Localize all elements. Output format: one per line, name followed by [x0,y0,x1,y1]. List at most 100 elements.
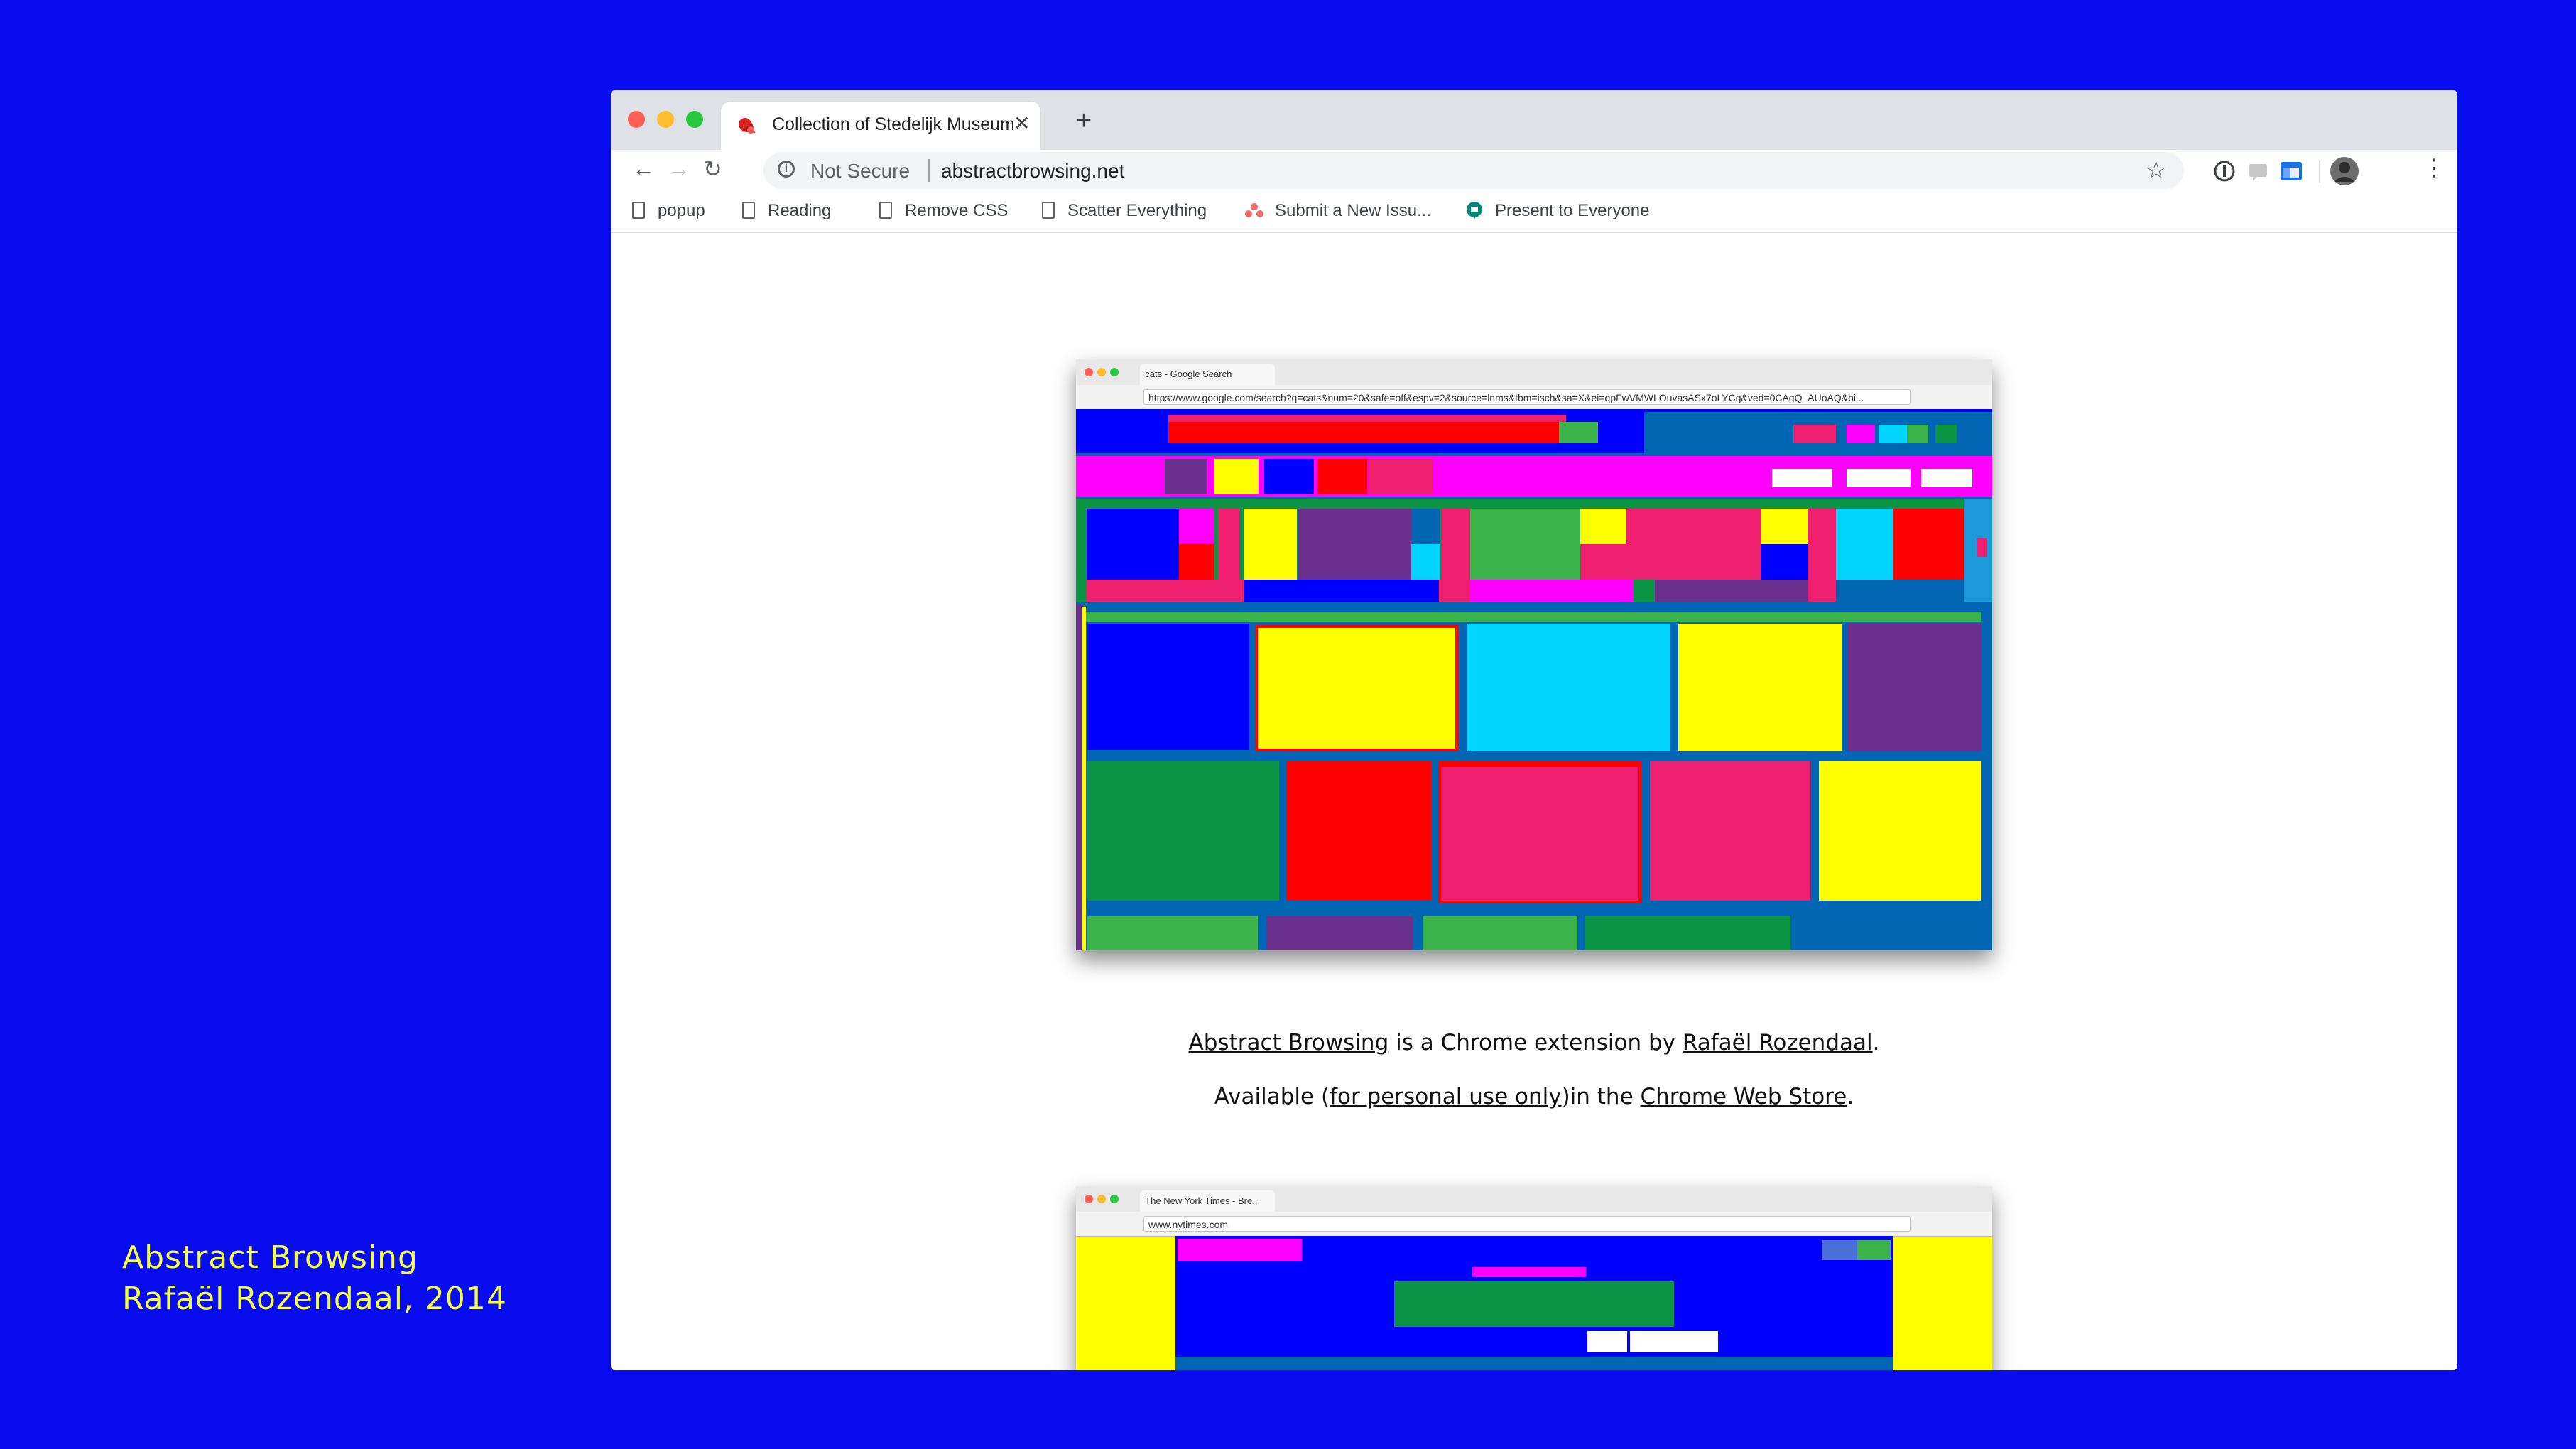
mini-address-bar: www.nytimes.com [1076,1212,1992,1237]
block [1580,509,1626,544]
block [1258,628,1455,749]
block [1907,425,1928,443]
block [1244,580,1439,602]
block [1076,605,1082,950]
bookmark-reading[interactable]: Reading [742,201,831,221]
mini-minimize-dot [1097,1195,1106,1203]
abstract-browsing-link[interactable]: Abstract Browsing [1189,1030,1389,1055]
url-text[interactable]: abstractbrowsing.net [941,160,1124,183]
security-label: Not Secure [810,160,911,182]
description-text: . [1872,1030,1880,1055]
window-extension-icon[interactable] [2278,159,2304,183]
mini-close-dot [1085,368,1093,376]
mini-address-bar: https://www.google.com/search?q=cats&num… [1076,385,1992,410]
block [1165,459,1207,494]
description-text: )in the [1561,1084,1641,1109]
bookmark-submit-issue[interactable]: Submit a New Issu... [1245,201,1431,221]
mini-tab: The New York Times - Bre... [1140,1190,1275,1212]
mini-tab: cats - Google Search [1140,364,1275,385]
menu-kebab-icon[interactable]: ⋮ [2422,154,2446,183]
mini-close-dot [1085,1195,1093,1203]
page-icon [879,202,892,219]
abstract-screenshot-google: cats - Google Search https://www.google.… [1076,359,1992,950]
password-extension-icon[interactable] [2212,159,2237,183]
bookmark-label: Reading [768,201,832,220]
block [1650,761,1810,901]
block [1086,612,1981,622]
mini-minimize-dot [1097,368,1106,376]
reload-button[interactable]: ↻ [703,156,722,183]
block [1467,624,1670,751]
page-icon [742,202,755,219]
slide-caption: Abstract Browsing Rafaël Rozendaal, 2014 [122,1237,507,1320]
block [1893,509,1964,580]
bookmark-scatter-everything[interactable]: Scatter Everything [1042,201,1207,221]
block [1847,469,1911,487]
tab-active[interactable]: Collection of Stedelijk Museum ✕ [721,102,1040,150]
block [1087,624,1249,750]
block [1935,425,1957,443]
block [1411,509,1440,544]
block [1441,767,1638,901]
block [1587,1331,1627,1352]
description-text: is a Chrome extension by [1388,1030,1683,1055]
page-icon [632,202,645,219]
block [1808,509,1836,602]
block [1394,1281,1674,1327]
block [1179,544,1214,580]
abstract-screenshot-nytimes: The New York Times - Bre... www.nytimes.… [1076,1186,1992,1370]
block [1977,538,1987,557]
block [1761,509,1808,544]
page-icon [1042,202,1055,219]
page-content: cats - Google Search https://www.google.… [611,233,2457,1370]
block [1214,459,1259,494]
back-button[interactable]: ← [632,156,655,182]
block [1087,916,1258,950]
address-bar[interactable]: i Not Secure abstractbrowsing.net ☆ [763,152,2184,189]
mini-url: https://www.google.com/search?q=cats&num… [1143,389,1911,405]
bookmark-popup[interactable]: popup [632,201,705,221]
mini-tab-title: cats - Google Search [1145,369,1232,379]
bookmark-present-to-everyone[interactable]: Present to Everyone [1465,201,1649,221]
zoom-window-button[interactable] [686,111,703,128]
block [1847,425,1875,443]
mini-zoom-dot [1110,1195,1119,1203]
toolbar: ← → ↻ i Not Secure abstractbrowsing.net … [611,150,2457,192]
block [1411,544,1440,580]
bookmark-label: Present to Everyone [1495,201,1650,220]
block [1286,761,1431,901]
close-tab-icon[interactable]: ✕ [1013,112,1030,135]
mini-zoom-dot [1110,368,1119,376]
forward-button[interactable]: → [668,156,690,182]
bookmark-star-icon[interactable]: ☆ [2146,156,2167,185]
personal-use-link[interactable]: for personal use only [1330,1084,1562,1109]
bookmarks-bar: popup Reading Remove CSS Scatter Everyth… [611,192,2457,233]
block [1822,1240,1857,1260]
present-icon [1467,202,1482,219]
close-window-button[interactable] [628,111,645,128]
bookmark-label: Remove CSS [905,201,1009,220]
block [1761,544,1808,580]
block [1298,509,1411,580]
tab-title: Collection of Stedelijk Museum [772,114,1013,134]
info-icon[interactable]: i [778,161,795,178]
block [1626,509,1761,580]
block [1819,761,1981,901]
block [1168,415,1566,422]
divider [928,159,930,182]
minimize-window-button[interactable] [657,111,674,128]
block [1836,580,1964,602]
new-tab-button[interactable]: + [1076,106,1092,136]
block [1585,916,1790,950]
bookmark-remove-css[interactable]: Remove CSS [879,201,1008,221]
block [1442,509,1470,602]
chat-extension-icon[interactable] [2246,159,2270,183]
block [1244,509,1297,580]
mini-title-bar: cats - Google Search [1076,359,1992,386]
profile-avatar[interactable] [2330,156,2359,186]
rafael-rozendaal-link[interactable]: Rafaël Rozendaal [1683,1030,1873,1055]
chrome-web-store-link[interactable]: Chrome Web Store [1641,1084,1847,1109]
block [1218,509,1239,580]
caption-author: Rafaël Rozendaal, 2014 [122,1281,507,1317]
block [1266,916,1413,950]
